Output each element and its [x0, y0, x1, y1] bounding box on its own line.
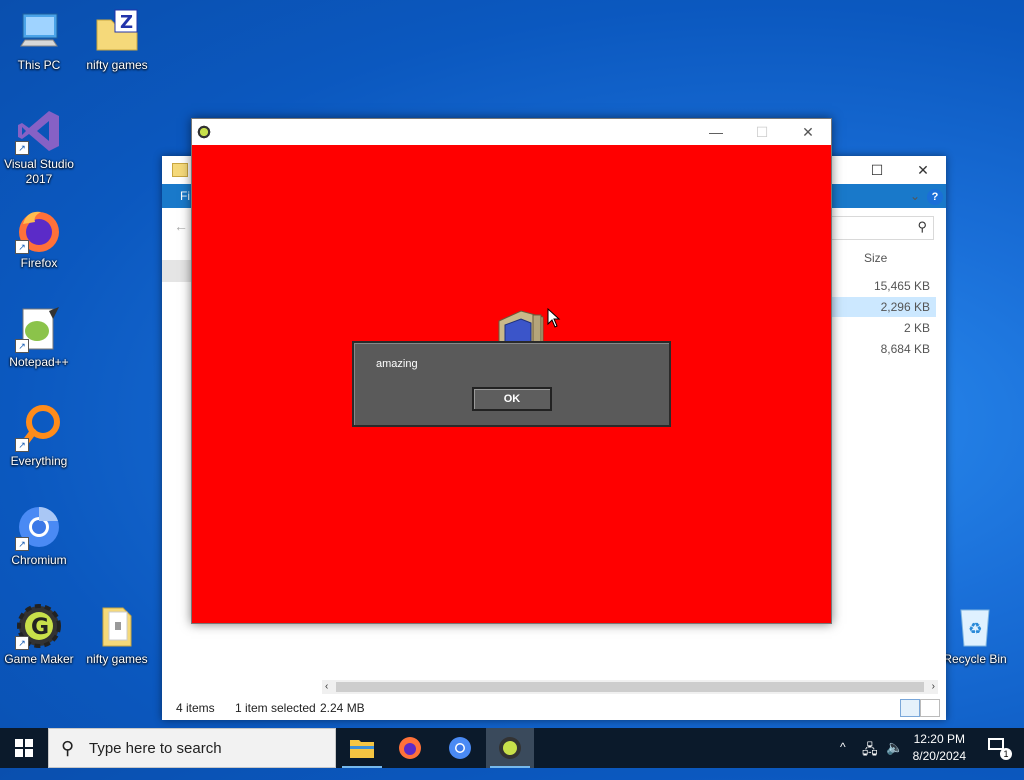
notepad-plus-plus-icon: ↗	[15, 305, 63, 353]
svg-text:G: G	[31, 615, 49, 640]
minimize-button[interactable]: —	[693, 119, 739, 145]
desktop-icon-nifty-games-1[interactable]: Z nifty games	[78, 8, 156, 73]
game-maker-icon	[196, 124, 212, 140]
taskbar: ⚲ Type here to search ^ 🖧 🔈 12:20 PM 8/2…	[0, 728, 1024, 768]
shortcut-arrow-icon: ↗	[15, 438, 29, 452]
scroll-left-icon[interactable]: ‹	[325, 680, 328, 694]
search-icon: ⚲	[61, 738, 75, 758]
ok-button[interactable]: OK	[472, 387, 552, 411]
desktop-icon-recycle-bin[interactable]: ♻ Recycle Bin	[936, 602, 1014, 667]
selection-count: 1 item selected	[235, 701, 316, 715]
desktop-icon-game-maker[interactable]: G ↗ Game Maker	[0, 602, 78, 667]
shortcut-arrow-icon: ↗	[15, 240, 29, 254]
status-bar: 4 items 1 item selected 2.24 MB	[162, 696, 946, 720]
nav-pane	[162, 260, 192, 282]
scrollbar-thumb[interactable]	[336, 682, 924, 692]
back-arrow-icon[interactable]: ←	[174, 218, 188, 234]
item-count: 4 items	[176, 701, 215, 715]
mouse-cursor-icon	[547, 308, 561, 328]
search-input[interactable]: ⚲	[822, 216, 934, 240]
clock-date: 8/20/2024	[912, 749, 966, 763]
game-titlebar[interactable]: — ☐ ✕	[192, 119, 831, 145]
message-dialog: amazing OK	[352, 341, 671, 427]
svg-text:♻: ♻	[968, 619, 982, 638]
chromium-icon	[449, 737, 471, 759]
column-header-size[interactable]: Size	[864, 251, 887, 265]
desktop-icon-notepad-plus-plus[interactable]: ↗ Notepad++	[0, 305, 78, 370]
desktop-icon-chromium[interactable]: ↗ Chromium	[0, 503, 78, 568]
close-button[interactable]: ✕	[900, 156, 946, 184]
taskbar-chromium[interactable]	[436, 728, 484, 768]
volume-muted-icon[interactable]: 🔈	[886, 739, 903, 779]
details-view-button[interactable]	[900, 699, 920, 717]
shortcut-arrow-icon: ↗	[15, 339, 29, 353]
start-button[interactable]	[0, 728, 48, 768]
taskbar-game-maker[interactable]	[486, 728, 534, 768]
notification-badge: 1	[1000, 748, 1012, 760]
maximize-button[interactable]: ☐	[854, 156, 900, 184]
dialog-message: amazing	[376, 358, 418, 370]
file-explorer-icon	[350, 740, 374, 758]
taskbar-file-explorer[interactable]	[338, 728, 386, 768]
firefox-icon	[399, 737, 421, 759]
computer-sprite-icon	[498, 310, 544, 343]
maximize-button[interactable]: ☐	[739, 119, 785, 145]
taskbar-firefox[interactable]	[386, 728, 434, 768]
desktop-icon-visual-studio[interactable]: ↗ Visual Studio 2017	[0, 107, 78, 187]
chromium-icon: ↗	[15, 503, 63, 551]
scroll-right-icon[interactable]: ›	[932, 680, 935, 694]
file-menu-tab[interactable]: Fi	[180, 189, 190, 203]
recycle-bin-icon: ♻	[951, 602, 999, 650]
show-hidden-icons-chevron[interactable]: ^	[840, 740, 846, 780]
shortcut-arrow-icon: ↗	[15, 537, 29, 551]
large-icons-view-button[interactable]	[920, 699, 940, 717]
visual-studio-icon: ↗	[15, 107, 63, 155]
game-maker-icon: G ↗	[15, 602, 63, 650]
search-icon: ⚲	[917, 219, 927, 234]
shortcut-arrow-icon: ↗	[15, 636, 29, 650]
game-maker-icon	[499, 737, 521, 759]
folder-icon	[172, 163, 188, 177]
folder-icon	[93, 602, 141, 650]
desktop-icon-firefox[interactable]: ↗ Firefox	[0, 206, 78, 271]
everything-search-icon: ↗	[15, 404, 63, 452]
zip-folder-icon: Z	[93, 8, 141, 56]
taskbar-search-input[interactable]: ⚲ Type here to search	[48, 728, 336, 768]
computer-icon	[15, 8, 63, 56]
svg-text:Z: Z	[120, 12, 133, 33]
search-placeholder: Type here to search	[89, 740, 222, 757]
close-button[interactable]: ✕	[785, 119, 831, 145]
selection-size: 2.24 MB	[320, 701, 365, 715]
network-icon[interactable]: 🖧	[862, 739, 878, 779]
windows-logo-icon	[15, 739, 33, 757]
desktop-icon-everything[interactable]: ↗ Everything	[0, 404, 78, 469]
firefox-icon: ↗	[15, 206, 63, 254]
clock-time: 12:20 PM	[913, 732, 965, 746]
desktop-icon-this-pc[interactable]: This PC	[0, 8, 78, 73]
desktop-icon-nifty-games-2[interactable]: nifty games	[78, 602, 156, 667]
help-icon[interactable]: ?	[927, 189, 943, 205]
notification-center-button[interactable]: 1	[988, 736, 1012, 760]
system-clock[interactable]: 12:20 PM 8/20/2024	[913, 731, 966, 765]
horizontal-scrollbar[interactable]: ‹ ›	[322, 680, 938, 694]
shortcut-arrow-icon: ↗	[15, 141, 29, 155]
chevron-down-icon[interactable]: ⌄	[910, 189, 920, 203]
